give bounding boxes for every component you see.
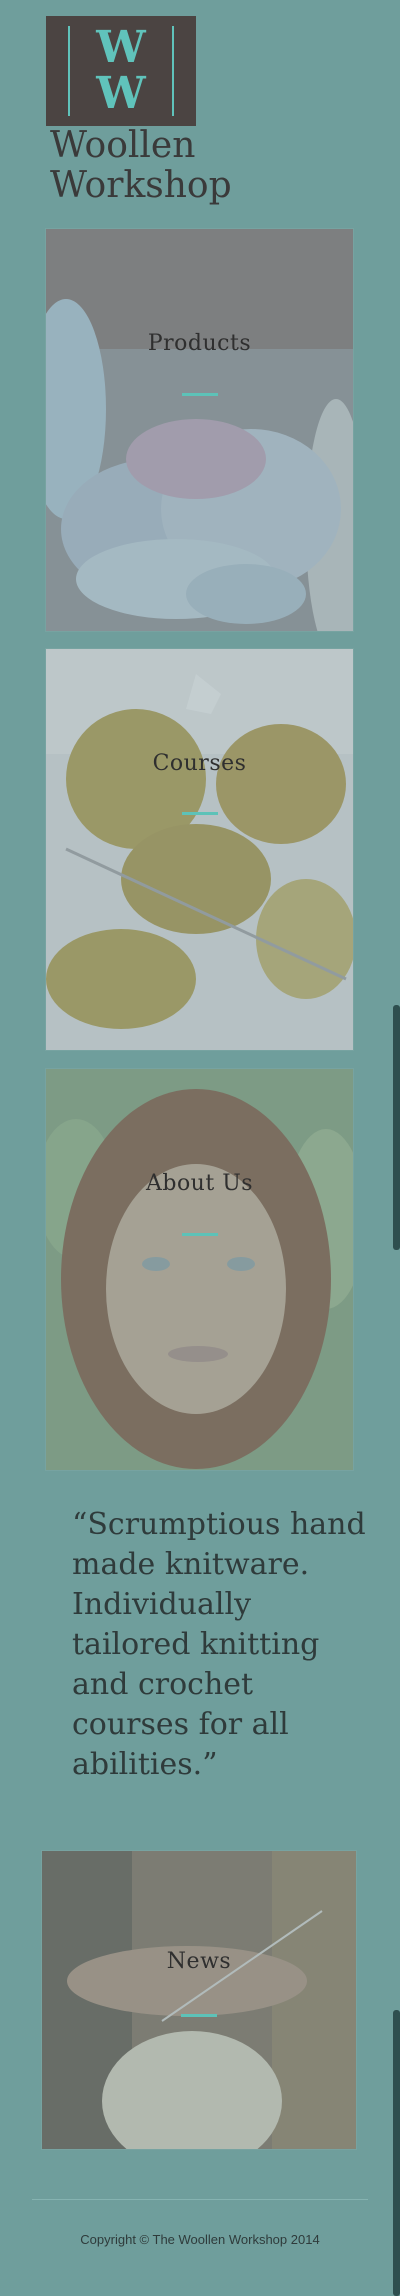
scrollbar-thumb-upper[interactable]: [393, 1005, 400, 1250]
tagline-quote: “Scrumptious hand made knitware. Individ…: [72, 1507, 366, 1782]
products-label: Products: [147, 331, 252, 356]
logo-letter-top: W: [96, 22, 146, 73]
products-image: [46, 229, 353, 631]
footer-divider: [32, 2199, 368, 2200]
scrollbar-thumb-lower[interactable]: [393, 2010, 400, 2296]
news-tile[interactable]: News: [42, 1851, 356, 2149]
about-us-underline: [181, 1233, 218, 1236]
news-image: [42, 1851, 356, 2149]
copyright-text: Copyright © The Woollen Workshop 2014: [80, 2232, 320, 2247]
products-tile[interactable]: Products: [46, 229, 353, 631]
logo-letter-bottom: W: [96, 68, 146, 119]
about-us-image: [46, 1069, 353, 1470]
about-us-label: About Us: [145, 1171, 254, 1196]
courses-underline: [181, 812, 218, 815]
courses-tile[interactable]: Courses: [46, 649, 353, 1050]
courses-label: Courses: [152, 751, 247, 776]
news-label: News: [166, 1949, 232, 1974]
site-title[interactable]: Woollen Workshop: [50, 126, 350, 206]
products-underline: [181, 393, 218, 396]
news-underline: [181, 2014, 217, 2017]
site-logo[interactable]: W W: [46, 16, 196, 126]
about-us-tile[interactable]: About Us: [46, 1069, 353, 1470]
courses-image: [46, 649, 353, 1050]
